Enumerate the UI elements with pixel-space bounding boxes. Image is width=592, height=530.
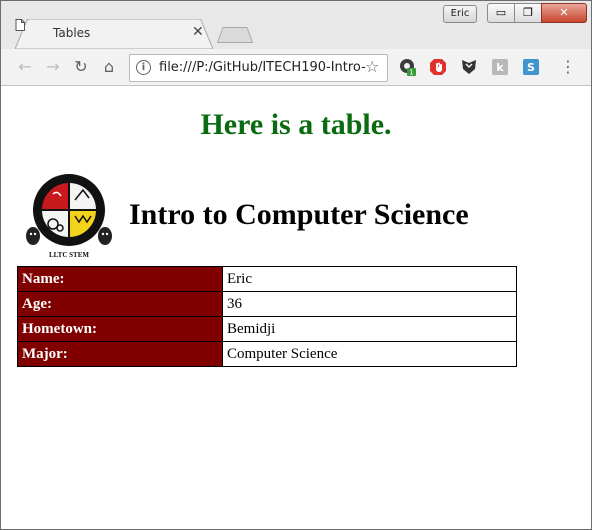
maximize-button[interactable]: ❐ — [514, 3, 542, 23]
minimize-icon: ▭ — [495, 6, 507, 19]
row-label: Hometown: — [17, 316, 223, 342]
extension-badge-icon[interactable]: 1 — [398, 58, 416, 76]
profile-button[interactable]: Eric — [443, 5, 477, 23]
row-value: Bemidji — [222, 316, 517, 342]
stem-logo: LLTC STEM — [26, 174, 112, 259]
course-title: Intro to Computer Science — [129, 198, 469, 231]
row-label: Name: — [17, 266, 223, 292]
extension-k-icon[interactable]: k — [491, 58, 509, 76]
home-icon[interactable]: ⌂ — [99, 57, 119, 77]
row-value: 36 — [222, 291, 517, 317]
forward-arrow-icon[interactable]: → — [43, 57, 63, 77]
extension-s-icon[interactable]: S — [522, 58, 540, 76]
svg-text:S: S — [527, 61, 535, 74]
svg-text:k: k — [496, 61, 504, 74]
close-window-button[interactable]: ✕ — [541, 3, 587, 23]
new-tab-button[interactable] — [217, 27, 253, 43]
row-label: Age: — [17, 291, 223, 317]
address-text: file:///P:/GitHub/ITECH190-Intro- — [159, 60, 366, 75]
tab-close-icon[interactable]: ✕ — [192, 24, 204, 40]
tab-tables[interactable]: Tables ✕ — [15, 19, 213, 49]
table-row: Hometown: Bemidji — [17, 316, 517, 342]
row-value: Eric — [222, 266, 517, 292]
table-row: Age: 36 — [17, 291, 517, 317]
browser-window: Tables ✕ Eric ▭ ❐ ✕ ← → ↻ ⌂ i file:///P:… — [0, 0, 592, 530]
menu-kebab-icon[interactable]: ⋮ — [560, 57, 576, 77]
maximize-icon: ❐ — [523, 6, 533, 19]
table-row: Major: Computer Science — [17, 341, 517, 367]
table-row: Name: Eric — [17, 266, 517, 292]
shield-icon[interactable] — [460, 58, 478, 76]
extension-badge-count: 1 — [409, 69, 413, 77]
row-label: Major: — [17, 341, 223, 367]
logo-caption: LLTC STEM — [49, 251, 89, 259]
page-heading: Here is a table. — [200, 108, 392, 141]
tab-title: Tables — [53, 26, 91, 40]
tab-shape — [15, 19, 213, 49]
back-arrow-icon[interactable]: ← — [15, 57, 35, 77]
close-icon: ✕ — [559, 6, 569, 19]
bookmark-star-icon[interactable]: ☆ — [365, 57, 379, 76]
browser-toolbar: ← → ↻ ⌂ i file:///P:/GitHub/ITECH190-Int… — [1, 49, 591, 86]
page-content: Here is a table. LLTC STEM Intro to Comp… — [1, 86, 591, 529]
address-bar[interactable]: i file:///P:/GitHub/ITECH190-Intro- ☆ — [129, 54, 388, 82]
info-table: Name: Eric Age: 36 Hometown: Bemidji Maj… — [17, 266, 517, 367]
reload-icon[interactable]: ↻ — [71, 57, 91, 77]
adblock-icon[interactable] — [429, 58, 447, 76]
row-value: Computer Science — [222, 341, 517, 367]
minimize-button[interactable]: ▭ — [487, 3, 515, 23]
info-icon[interactable]: i — [136, 60, 151, 75]
document-icon — [15, 19, 25, 31]
